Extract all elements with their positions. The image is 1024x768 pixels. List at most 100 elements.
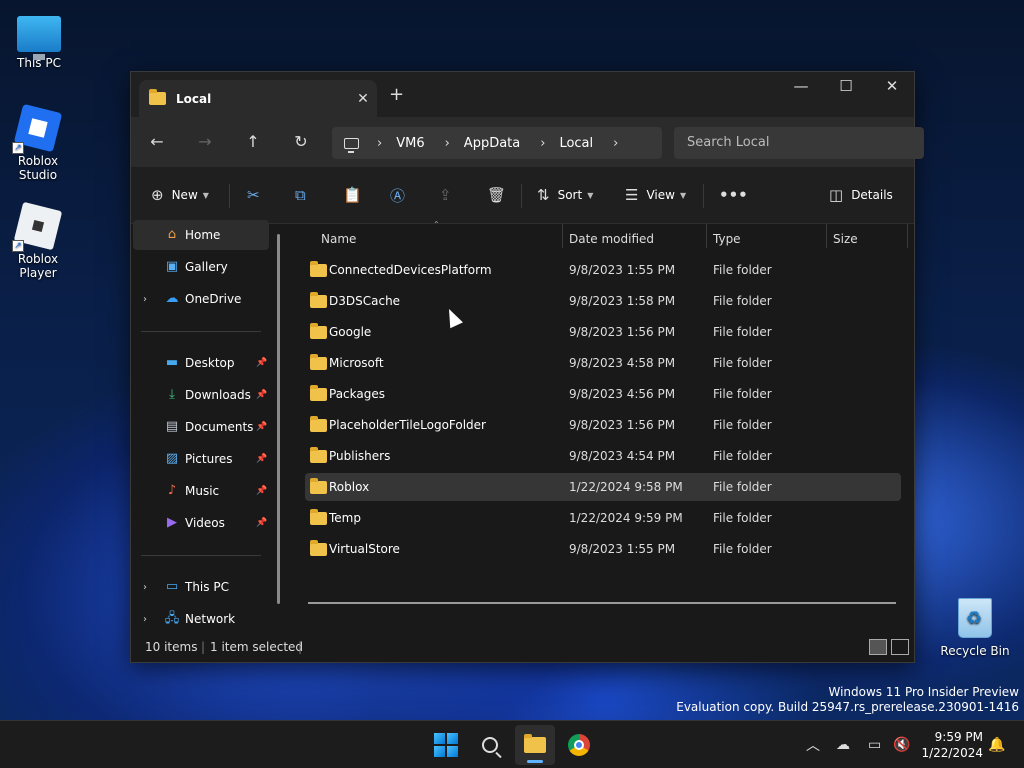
search-icon: [482, 737, 498, 753]
more-options-button[interactable]: •••: [719, 182, 756, 208]
up-button[interactable]: ↑: [239, 129, 267, 155]
chevron-right-icon[interactable]: ›: [143, 614, 147, 625]
tab-local[interactable]: Local ✕: [139, 80, 377, 117]
selection-count: 1 item selected: [210, 640, 304, 654]
sidebar-scrollbar[interactable]: [277, 234, 280, 604]
forward-button[interactable]: →: [191, 129, 219, 155]
sidebar-item-onedrive[interactable]: › ☁ OneDrive: [133, 284, 269, 314]
breadcrumb-appdata[interactable]: AppData: [464, 136, 520, 151]
new-tab-button[interactable]: +: [389, 84, 404, 105]
chevron-right-icon[interactable]: ›: [143, 582, 147, 593]
clock[interactable]: 9:59 PM 1/22/2024: [915, 729, 983, 761]
notifications-button[interactable]: 🔔: [988, 721, 1005, 768]
chevron-right-icon[interactable]: ›: [445, 136, 450, 151]
network-icon: ▭: [868, 737, 882, 753]
chevron-right-icon[interactable]: ›: [613, 136, 618, 151]
refresh-button[interactable]: ↻: [287, 129, 315, 155]
status-divider: |: [298, 640, 303, 654]
close-window-button[interactable]: ✕: [869, 72, 915, 102]
list-item[interactable]: PlaceholderTileLogoFolder 9/8/2023 1:56 …: [305, 411, 901, 439]
column-divider[interactable]: [907, 224, 908, 248]
status-divider: |: [201, 640, 206, 654]
network-tray-icon[interactable]: ▭: [868, 721, 881, 768]
view-button[interactable]: ☰ View ▼: [625, 182, 686, 208]
chevron-up-icon: ︿: [806, 738, 820, 754]
divider: [703, 184, 704, 208]
desktop-icon-roblox-player[interactable]: ↗ Roblox Player: [0, 201, 78, 280]
maximize-button[interactable]: ☐: [823, 72, 869, 102]
column-header-name[interactable]: Name: [321, 224, 356, 254]
sidebar-item-music[interactable]: ♪ Music 📌: [133, 476, 269, 506]
column-divider[interactable]: [826, 224, 827, 248]
pin-icon: 📌: [256, 486, 268, 496]
sidebar-item-documents[interactable]: ▤ Documents 📌: [133, 412, 269, 442]
download-icon: ⤓: [169, 387, 175, 402]
list-item[interactable]: Publishers 9/8/2023 4:54 PM File folder: [305, 442, 901, 470]
column-header-type[interactable]: Type: [713, 224, 741, 254]
column-header-date[interactable]: Date modified: [569, 224, 654, 254]
share-button[interactable]: ⇪: [439, 182, 460, 208]
desktop-icon-recycle-bin[interactable]: Recycle Bin: [935, 598, 1015, 658]
sidebar-item-this-pc[interactable]: › ▭ This PC: [133, 572, 269, 602]
sidebar-item-gallery[interactable]: ▣ Gallery: [133, 252, 269, 282]
address-bar[interactable]: › VM6 › AppData › Local ›: [332, 127, 662, 159]
back-button[interactable]: ←: [143, 129, 171, 155]
sidebar-item-downloads[interactable]: ⤓ Downloads 📌: [133, 380, 269, 410]
sidebar-item-label: Downloads: [185, 388, 251, 402]
chevron-right-icon[interactable]: ›: [540, 136, 545, 151]
list-item[interactable]: Packages 9/8/2023 4:56 PM File folder: [305, 380, 901, 408]
breadcrumb-vm6[interactable]: VM6: [396, 136, 424, 151]
chrome-taskbar-button[interactable]: [559, 725, 599, 765]
pin-icon: 📌: [256, 454, 268, 464]
search-input[interactable]: Search Local: [674, 127, 924, 159]
horizontal-scrollbar[interactable]: [308, 602, 896, 604]
volume-tray-icon[interactable]: 🔇: [893, 721, 910, 768]
close-tab-icon[interactable]: ✕: [349, 91, 377, 107]
sidebar-item-desktop[interactable]: ▬ Desktop 📌: [133, 348, 269, 378]
rename-button[interactable]: Ⓐ: [390, 182, 413, 208]
list-item[interactable]: Microsoft 9/8/2023 4:58 PM File folder: [305, 349, 901, 377]
home-icon: ⌂: [167, 227, 177, 242]
list-item[interactable]: Google 9/8/2023 1:56 PM File folder: [305, 318, 901, 346]
sidebar-item-videos[interactable]: ▶ Videos 📌: [133, 508, 269, 538]
column-divider[interactable]: [562, 224, 563, 248]
details-view-toggle[interactable]: [869, 639, 887, 655]
sidebar-item-network[interactable]: › 🖧 Network: [133, 604, 269, 634]
desktop-icon-roblox-studio[interactable]: ↗ Roblox Studio: [0, 103, 78, 182]
sidebar-item-home[interactable]: ⌂ Home: [133, 220, 269, 250]
breadcrumb-local[interactable]: Local: [559, 136, 593, 151]
list-item[interactable]: Temp 1/22/2024 9:59 PM File folder: [305, 504, 901, 532]
desktop-icon-this-pc[interactable]: This PC: [0, 12, 79, 70]
minimize-button[interactable]: —: [778, 72, 824, 102]
list-item[interactable]: Roblox 1/22/2024 9:58 PM File folder: [305, 473, 901, 501]
sidebar-item-pictures[interactable]: ▨ Pictures 📌: [133, 444, 269, 474]
navigation-bar: ← → ↑ ↻ › VM6 › AppData › Local › Search…: [131, 117, 924, 167]
column-divider[interactable]: [706, 224, 707, 248]
sort-button[interactable]: ⇅ Sort ▼: [537, 182, 593, 208]
cut-button[interactable]: ✂: [247, 182, 268, 208]
trash-icon: 🗑: [487, 186, 507, 204]
chevron-right-icon[interactable]: ›: [377, 136, 382, 151]
onedrive-tray-icon[interactable]: ☁: [836, 721, 850, 768]
show-hidden-icons-button[interactable]: ︿: [806, 721, 820, 768]
copy-button[interactable]: ⧉: [295, 182, 314, 208]
delete-button[interactable]: 🗑: [487, 182, 514, 208]
file-explorer-window: Local ✕ + — ☐ ✕ ← → ↑ ↻ › VM6 › AppData …: [130, 71, 924, 663]
active-indicator: [527, 760, 543, 763]
paste-button[interactable]: 📋: [343, 182, 370, 208]
list-item[interactable]: D3DSCache 9/8/2023 1:58 PM File folder: [305, 287, 901, 315]
divider: [229, 184, 230, 208]
column-header-size[interactable]: Size: [833, 224, 858, 254]
details-button[interactable]: ◫ Details: [829, 182, 893, 208]
tiles-view-toggle[interactable]: [891, 639, 909, 655]
list-item[interactable]: ConnectedDevicesPlatform 9/8/2023 1:55 P…: [305, 256, 901, 284]
new-button[interactable]: ⊕ New ▼: [151, 182, 209, 208]
file-explorer-taskbar-button[interactable]: [515, 725, 555, 765]
music-icon: ♪: [167, 483, 177, 498]
list-item[interactable]: VirtualStore 9/8/2023 1:55 PM File folde…: [305, 535, 901, 563]
chevron-right-icon[interactable]: ›: [143, 294, 147, 305]
tab-title: Local: [176, 91, 212, 106]
view-label: View: [646, 188, 675, 202]
start-button[interactable]: [426, 725, 466, 765]
search-button[interactable]: [470, 725, 510, 765]
